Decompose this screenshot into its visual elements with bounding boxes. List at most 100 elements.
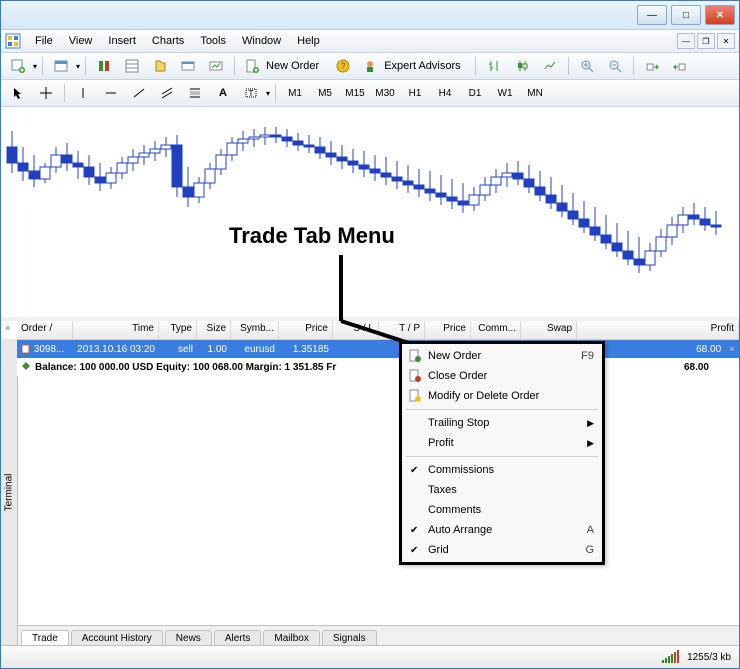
- menu-insert[interactable]: Insert: [100, 33, 144, 49]
- ctx-comments[interactable]: Comments: [402, 500, 602, 520]
- toolbar-2: A T ▾ M1 M5 M15 M30 H1 H4 D1 W1 MN: [1, 80, 739, 107]
- toolbar-1: ▾ ▾ New Order ? Expert Advisors: [1, 53, 739, 80]
- navigator-button[interactable]: [147, 55, 173, 77]
- menu-charts[interactable]: Charts: [144, 33, 192, 49]
- tab-news[interactable]: News: [165, 630, 212, 646]
- timeframe-m1[interactable]: M1: [281, 82, 309, 104]
- ctx-auto-arrange[interactable]: ✔Auto ArrangeA: [402, 520, 602, 540]
- order-icon: [21, 344, 31, 354]
- col-profit[interactable]: Profit: [577, 321, 739, 339]
- terminal-panel: × Terminal Order / Time Type Size Symb..…: [1, 321, 739, 646]
- check-icon: ✔: [410, 465, 418, 476]
- cursor-button[interactable]: [5, 82, 31, 104]
- strategy-tester-button[interactable]: [203, 55, 229, 77]
- check-icon: ✔: [410, 525, 418, 536]
- modify-order-icon: [408, 389, 422, 403]
- vertical-line-button[interactable]: [70, 82, 96, 104]
- zoom-in-button[interactable]: [574, 55, 600, 77]
- auto-scroll-button[interactable]: [639, 55, 665, 77]
- ctx-profit[interactable]: Profit▶: [402, 433, 602, 453]
- data-window-button[interactable]: [119, 55, 145, 77]
- col-symbol[interactable]: Symb...: [231, 321, 279, 339]
- totals-profit: 68.00: [684, 362, 739, 373]
- menu-view[interactable]: View: [61, 33, 101, 49]
- chart-shift-button[interactable]: [667, 55, 693, 77]
- mdi-restore-button[interactable]: ❐: [697, 33, 715, 49]
- status-transfer: 1255/3 kb: [687, 652, 731, 663]
- titlebar: — □ ✕: [1, 1, 739, 30]
- timeframe-h1[interactable]: H1: [401, 82, 429, 104]
- ctx-commissions[interactable]: ✔Commissions: [402, 460, 602, 480]
- terminal-rows: 3098... 2013.10.16 03:20 sell 1.00 eurus…: [17, 340, 739, 625]
- col-swap[interactable]: Swap: [521, 321, 577, 339]
- crosshair-button[interactable]: [33, 82, 59, 104]
- meta-quotes-button[interactable]: ?: [330, 55, 356, 77]
- balance-row[interactable]: Balance: 100 000.00 USD Equity: 100 068.…: [17, 358, 739, 376]
- text-label-button[interactable]: T: [238, 82, 264, 104]
- menu-help[interactable]: Help: [289, 33, 328, 49]
- row-close-button[interactable]: ×: [725, 344, 739, 355]
- text-button[interactable]: A: [210, 82, 236, 104]
- maximize-button[interactable]: □: [671, 5, 701, 25]
- market-watch-button[interactable]: [91, 55, 117, 77]
- ctx-trailing-stop[interactable]: Trailing Stop▶: [402, 413, 602, 433]
- new-order-icon: [408, 349, 422, 363]
- minimize-button[interactable]: —: [637, 5, 667, 25]
- close-button[interactable]: ✕: [705, 5, 735, 25]
- profiles-button[interactable]: [48, 55, 74, 77]
- expert-advisors-label: Expert Advisors: [380, 60, 464, 72]
- terminal-button[interactable]: [175, 55, 201, 77]
- submenu-arrow-icon: ▶: [587, 418, 594, 429]
- timeframe-mn[interactable]: MN: [521, 82, 549, 104]
- svg-text:T: T: [249, 89, 254, 98]
- timeframe-m5[interactable]: M5: [311, 82, 339, 104]
- check-icon: ✔: [410, 545, 418, 556]
- tab-account-history[interactable]: Account History: [71, 630, 163, 646]
- timeframe-m30[interactable]: M30: [371, 82, 399, 104]
- app-icon: [5, 33, 21, 49]
- channel-button[interactable]: [154, 82, 180, 104]
- terminal-close-button[interactable]: ×: [5, 323, 13, 331]
- col-time[interactable]: Time: [73, 321, 159, 339]
- annotation-pointer: [311, 251, 431, 351]
- horizontal-line-button[interactable]: [98, 82, 124, 104]
- menu-window[interactable]: Window: [234, 33, 289, 49]
- col-price2[interactable]: Price: [425, 321, 471, 339]
- tab-signals[interactable]: Signals: [322, 630, 377, 646]
- ctx-modify-order[interactable]: Modify or Delete Order: [402, 386, 602, 406]
- col-order[interactable]: Order /: [17, 321, 73, 339]
- balance-text: Balance: 100 000.00 USD Equity: 100 068.…: [31, 360, 340, 375]
- menu-file[interactable]: File: [27, 33, 61, 49]
- col-size[interactable]: Size: [197, 321, 231, 339]
- new-chart-button[interactable]: [5, 55, 31, 77]
- timeframe-w1[interactable]: W1: [491, 82, 519, 104]
- timeframe-d1[interactable]: D1: [461, 82, 489, 104]
- trendline-button[interactable]: [126, 82, 152, 104]
- ctx-new-order[interactable]: New OrderF9: [402, 346, 602, 366]
- tab-trade[interactable]: Trade: [21, 630, 69, 646]
- timeframe-m15[interactable]: M15: [341, 82, 369, 104]
- ctx-close-order[interactable]: Close Order: [402, 366, 602, 386]
- ctx-grid[interactable]: ✔GridG: [402, 540, 602, 560]
- tab-mailbox[interactable]: Mailbox: [263, 630, 319, 646]
- mdi-minimize-button[interactable]: —: [677, 33, 695, 49]
- candle-chart-button[interactable]: [509, 55, 535, 77]
- ctx-taxes[interactable]: Taxes: [402, 480, 602, 500]
- connection-bars-icon: [662, 651, 679, 663]
- svg-text:?: ?: [341, 61, 346, 71]
- close-order-icon: [408, 369, 422, 383]
- fibonacci-button[interactable]: [182, 82, 208, 104]
- balance-icon: [21, 361, 31, 371]
- menu-tools[interactable]: Tools: [192, 33, 234, 49]
- bar-chart-button[interactable]: [481, 55, 507, 77]
- expert-advisors-button[interactable]: Expert Advisors: [358, 55, 469, 77]
- col-comm[interactable]: Comm...: [471, 321, 521, 339]
- timeframe-h4[interactable]: H4: [431, 82, 459, 104]
- tab-alerts[interactable]: Alerts: [214, 630, 262, 646]
- submenu-arrow-icon: ▶: [587, 438, 594, 449]
- new-order-button[interactable]: New Order: [240, 55, 328, 77]
- line-chart-button[interactable]: [537, 55, 563, 77]
- col-type[interactable]: Type: [159, 321, 197, 339]
- zoom-out-button[interactable]: [602, 55, 628, 77]
- mdi-close-button[interactable]: ✕: [717, 33, 735, 49]
